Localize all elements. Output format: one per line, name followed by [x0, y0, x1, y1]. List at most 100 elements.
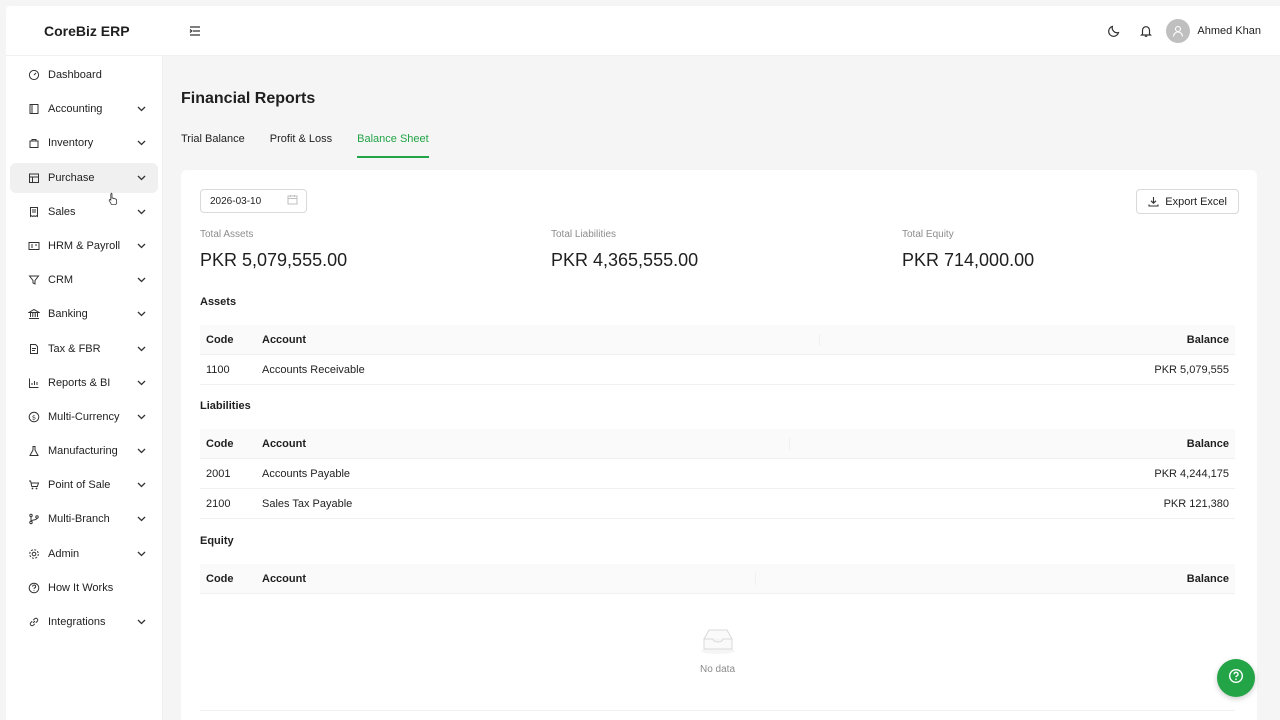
tab-profit-loss[interactable]: Profit & Loss — [270, 132, 332, 158]
notification-bell-icon[interactable] — [1130, 15, 1162, 47]
sidebar-item-label: Integrations — [48, 616, 106, 628]
sidebar-item-how-it-works[interactable]: How It Works — [10, 573, 158, 603]
equity-empty-state: No data — [200, 595, 1235, 711]
sidebar-item-crm[interactable]: CRM — [10, 265, 158, 295]
sidebar-item-label: Accounting — [48, 103, 103, 116]
idcard-icon — [28, 240, 40, 252]
sidebar: Dashboard Accounting Inventory Purchase … — [6, 56, 163, 720]
sidebar-item-accounting[interactable]: Accounting — [10, 94, 158, 124]
sidebar-item-dashboard[interactable]: Dashboard — [10, 60, 158, 90]
col-balance: Balance — [1186, 572, 1229, 585]
chevron-down-icon — [136, 480, 146, 490]
sidebar-item-label: Admin — [48, 547, 80, 560]
sidebar-item-point-of-sale[interactable]: Point of Sale — [10, 470, 158, 500]
sidebar-item-label: HRM & Payroll — [48, 239, 121, 252]
sidebar-item-label: How It Works — [48, 581, 114, 594]
dark-mode-moon-icon[interactable] — [1098, 15, 1130, 47]
avatar — [1166, 18, 1191, 43]
sidebar-item-label: Banking — [48, 308, 88, 321]
table-row: 2100 Sales Tax Payable PKR 121,380 — [200, 489, 1235, 519]
dashboard-icon — [28, 69, 40, 81]
chevron-down-icon — [136, 446, 146, 456]
sidebar-item-inventory[interactable]: Inventory — [10, 128, 158, 158]
tab-balance-sheet[interactable]: Balance Sheet — [357, 132, 429, 158]
chevron-down-icon — [136, 514, 146, 524]
branch-icon — [28, 513, 40, 525]
sidebar-item-purchase[interactable]: Purchase — [10, 162, 158, 193]
chevron-down-icon — [136, 138, 146, 148]
report-tabs: Trial Balance Profit & Loss Balance Shee… — [181, 132, 454, 158]
app-frame: CoreBiz ERP Ahmed Khan Dashboard Account… — [6, 6, 1280, 720]
main-content: Financial Reports Trial Balance Profit &… — [163, 56, 1280, 720]
row-account: Sales Tax Payable — [262, 497, 353, 510]
sidebar-item-hrm-payroll[interactable]: HRM & Payroll — [10, 231, 158, 261]
sidebar-item-label: Multi-Branch — [48, 513, 110, 526]
brand-name: CoreBiz ERP — [44, 22, 130, 39]
sidebar-item-tax-fbr[interactable]: Tax & FBR — [10, 334, 158, 364]
sidebar-item-label: Inventory — [48, 137, 94, 150]
chevron-down-icon — [136, 378, 146, 388]
sidebar-item-label: Sales — [48, 205, 76, 218]
receipt-icon — [28, 206, 40, 218]
sidebar-item-admin[interactable]: Admin — [10, 539, 158, 569]
box-icon — [28, 137, 40, 149]
row-balance: PKR 121,380 — [1163, 497, 1229, 510]
dollar-icon: $ — [28, 411, 40, 423]
download-icon — [1148, 196, 1159, 207]
assets-section-title: Assets — [200, 296, 237, 308]
date-value: 2026-03-10 — [210, 195, 262, 207]
column-separator — [755, 573, 756, 585]
sidebar-item-label: Point of Sale — [48, 479, 111, 492]
chevron-down-icon — [136, 207, 146, 217]
question-circle-icon — [1228, 668, 1244, 689]
sidebar-item-label: Tax & FBR — [48, 342, 101, 355]
hand-pointer-cursor-icon — [108, 192, 119, 210]
chevron-down-icon — [136, 241, 146, 251]
chevron-down-icon — [136, 412, 146, 422]
sidebar-item-reports-bi[interactable]: Reports & BI — [10, 368, 158, 398]
export-excel-button[interactable]: Export Excel — [1136, 189, 1239, 214]
chevron-down-icon — [136, 275, 146, 285]
col-balance: Balance — [1186, 333, 1229, 346]
equity-table: Code Account Balance — [200, 564, 1235, 594]
menu-collapse-icon[interactable] — [185, 21, 205, 41]
table-row: 1100 Accounts Receivable PKR 5,079,555 — [200, 355, 1235, 385]
liabilities-section-title: Liabilities — [200, 400, 251, 412]
help-button[interactable] — [1217, 659, 1255, 697]
sidebar-item-manufacturing[interactable]: Manufacturing — [10, 436, 158, 466]
total-liabilities-value: PKR 4,365,555.00 — [551, 250, 699, 270]
total-liabilities-stat: Total Liabilities PKR 4,365,555.00 — [551, 229, 698, 271]
total-equity-stat: Total Equity PKR 714,000.00 — [902, 229, 1034, 271]
row-code: 2001 — [206, 467, 231, 480]
date-picker[interactable]: 2026-03-10 — [200, 189, 307, 213]
sidebar-item-banking[interactable]: Banking — [10, 299, 158, 329]
assets-table: Code Account Balance 1100 Accounts Recei… — [200, 325, 1235, 385]
row-balance: PKR 4,244,175 — [1154, 467, 1229, 480]
sidebar-item-label: Manufacturing — [48, 445, 118, 458]
total-liabilities-label: Total Liabilities — [551, 229, 617, 240]
calendar-icon — [287, 194, 298, 208]
export-excel-label: Export Excel — [1165, 195, 1227, 208]
link-icon — [28, 616, 40, 628]
sidebar-item-multi-currency[interactable]: $ Multi-Currency — [10, 402, 158, 432]
shop-icon — [28, 172, 40, 184]
user-menu[interactable]: Ahmed Khan — [1166, 18, 1261, 43]
sidebar-item-integrations[interactable]: Integrations — [10, 607, 158, 637]
total-equity-value: PKR 714,000.00 — [902, 250, 1035, 270]
chevron-down-icon — [136, 617, 146, 627]
chevron-down-icon — [136, 104, 146, 114]
sidebar-item-label: CRM — [48, 274, 74, 287]
empty-inbox-icon — [698, 625, 738, 660]
col-account: Account — [262, 333, 306, 346]
sidebar-item-sales[interactable]: Sales — [10, 197, 158, 227]
equity-section-title: Equity — [200, 535, 234, 547]
total-assets-label: Total Assets — [200, 229, 254, 240]
chevron-down-icon — [136, 549, 146, 559]
bar-chart-icon — [28, 377, 40, 389]
empty-text: No data — [699, 664, 736, 675]
sidebar-item-label: Purchase — [48, 171, 95, 184]
sidebar-item-multi-branch[interactable]: Multi-Branch — [10, 504, 158, 534]
tab-trial-balance[interactable]: Trial Balance — [181, 132, 245, 158]
svg-text:$: $ — [32, 413, 36, 421]
table-row: 2001 Accounts Payable PKR 4,244,175 — [200, 459, 1235, 489]
